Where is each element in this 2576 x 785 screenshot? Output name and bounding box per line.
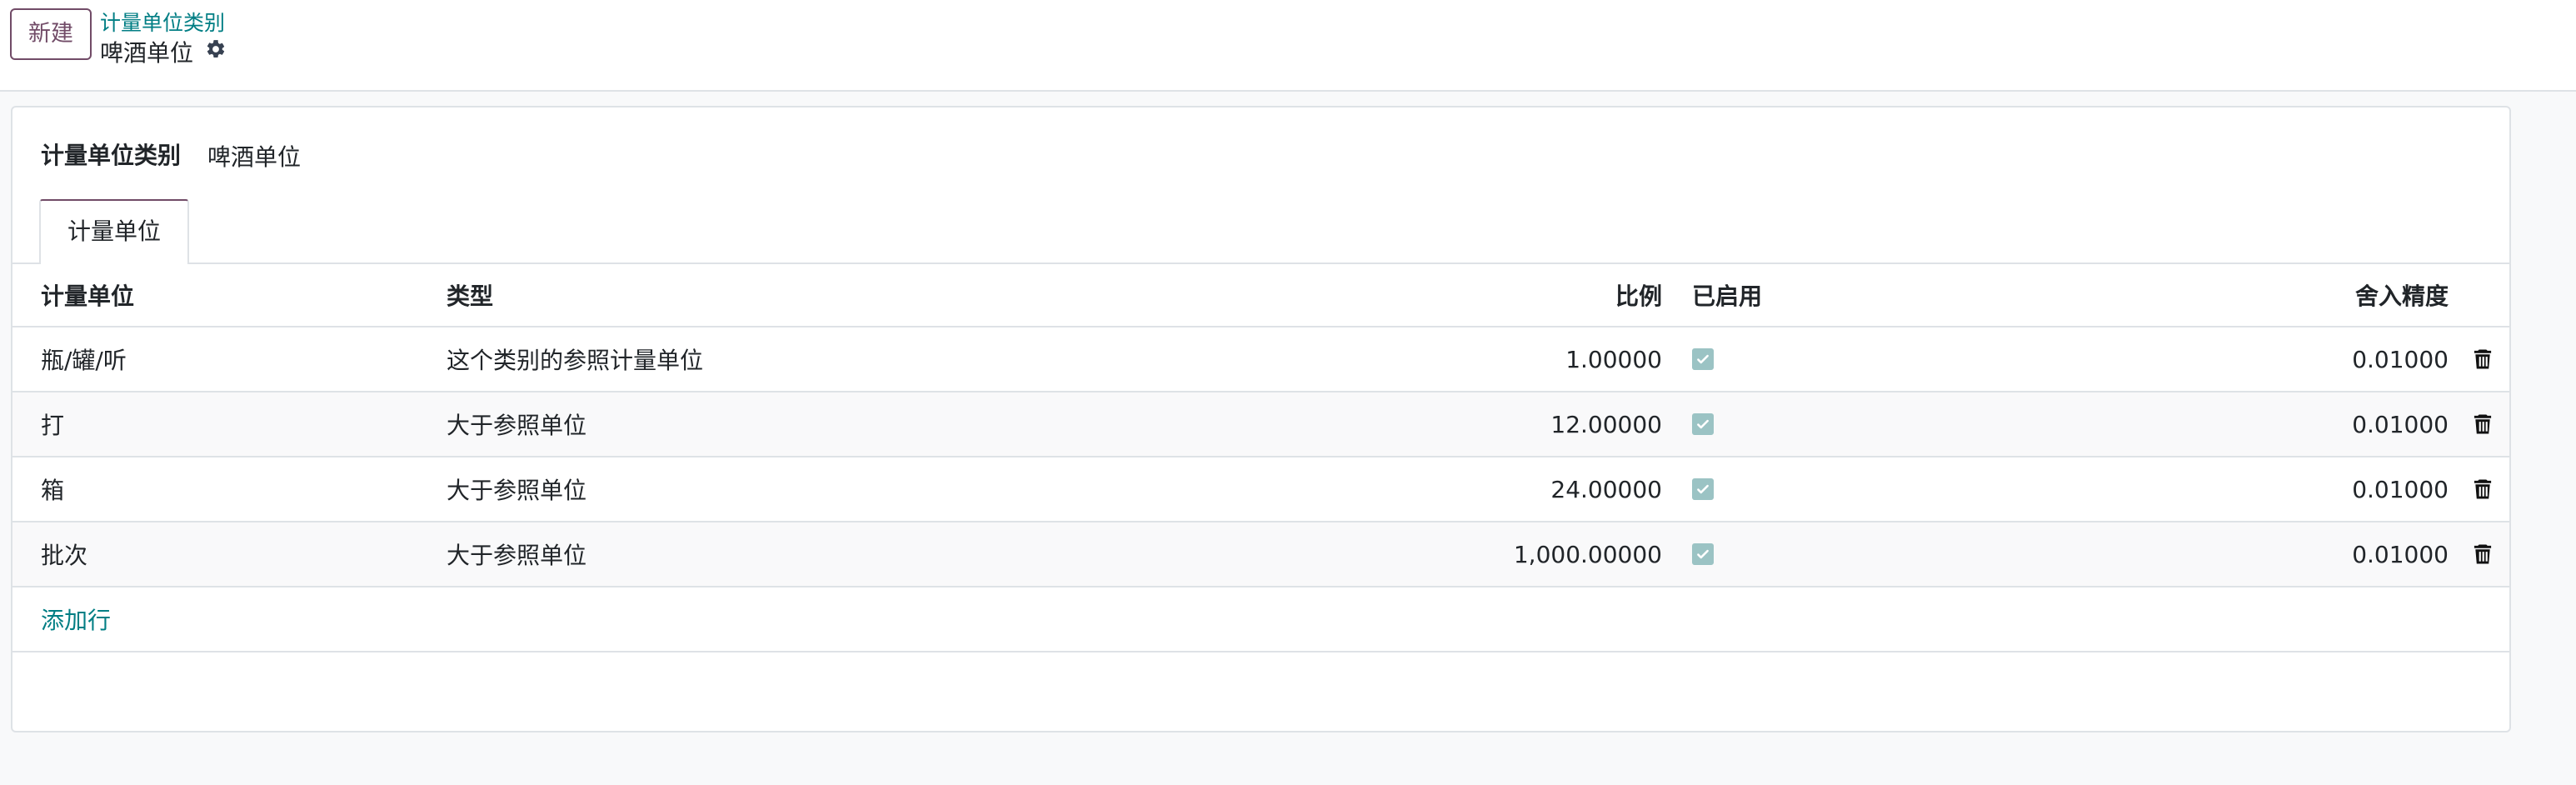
table-row[interactable]: 打 大于参照单位 12.00000 0.01000 [12, 392, 2509, 458]
category-field[interactable]: 啤酒单位 [207, 139, 301, 172]
new-button[interactable]: 新建 [10, 8, 92, 60]
tab-uoms[interactable]: 计量单位 [39, 199, 189, 264]
header-type[interactable]: 类型 [447, 264, 493, 326]
trash-icon[interactable] [2473, 543, 2493, 565]
header-rounding[interactable]: 舍入精度 [2355, 264, 2449, 326]
uom-table: 计量单位 类型 比例 已启用 舍入精度 瓶/罐/听 这个类别的参照计量单位 1.… [12, 264, 2509, 652]
uom-cell[interactable]: 批次 [41, 522, 87, 586]
ratio-cell[interactable]: 12.00000 [1550, 392, 1662, 456]
form-sheet: 计量单位类别 啤酒单位 计量单位 计量单位 类型 比例 已启用 舍入精度 瓶/罐… [11, 106, 2511, 732]
control-panel: 新建 计量单位类别 啤酒单位 [0, 0, 2576, 92]
delete-cell [2470, 522, 2495, 586]
table-row[interactable]: 瓶/罐/听 这个类别的参照计量单位 1.00000 0.01000 [12, 328, 2509, 392]
type-cell[interactable]: 大于参照单位 [447, 392, 587, 456]
trash-icon[interactable] [2473, 478, 2493, 500]
uom-cell[interactable]: 箱 [41, 458, 64, 521]
delete-cell [2470, 458, 2495, 521]
active-cell [1692, 458, 1714, 521]
ratio-cell[interactable]: 1.00000 [1565, 328, 1662, 391]
uom-cell[interactable]: 瓶/罐/听 [41, 328, 127, 391]
add-line-link[interactable]: 添加行 [41, 588, 111, 651]
ratio-cell[interactable]: 1,000.00000 [1514, 522, 1662, 586]
rounding-cell[interactable]: 0.01000 [2352, 458, 2449, 521]
table-row[interactable]: 箱 大于参照单位 24.00000 0.01000 [12, 458, 2509, 522]
gear-icon[interactable] [205, 38, 227, 60]
breadcrumb-uom-category[interactable]: 计量单位类别 [100, 7, 225, 37]
rounding-cell[interactable]: 0.01000 [2352, 522, 2449, 586]
table-header: 计量单位 类型 比例 已启用 舍入精度 [12, 264, 2509, 328]
record-title: 啤酒单位 [100, 39, 194, 67]
trash-icon[interactable] [2473, 413, 2493, 435]
add-line-row: 添加行 [12, 588, 2509, 652]
checkbox-checked-icon[interactable] [1692, 543, 1714, 565]
header-ratio[interactable]: 比例 [1615, 264, 1662, 326]
type-cell[interactable]: 大于参照单位 [447, 522, 587, 586]
category-label: 计量单位类别 [41, 142, 182, 169]
checkbox-checked-icon[interactable] [1692, 348, 1714, 370]
trash-icon[interactable] [2473, 348, 2493, 370]
active-cell [1692, 328, 1714, 391]
checkbox-checked-icon[interactable] [1692, 478, 1714, 500]
rounding-cell[interactable]: 0.01000 [2352, 392, 2449, 456]
uom-cell[interactable]: 打 [41, 392, 64, 456]
type-cell[interactable]: 大于参照单位 [447, 458, 587, 521]
type-cell[interactable]: 这个类别的参照计量单位 [447, 328, 703, 391]
active-cell [1692, 392, 1714, 456]
rounding-cell[interactable]: 0.01000 [2352, 328, 2449, 391]
header-active[interactable]: 已启用 [1692, 264, 1762, 326]
table-row[interactable]: 批次 大于参照单位 1,000.00000 0.01000 [12, 522, 2509, 588]
header-uom[interactable]: 计量单位 [41, 264, 134, 326]
delete-cell [2470, 328, 2495, 391]
checkbox-checked-icon[interactable] [1692, 413, 1714, 435]
ratio-cell[interactable]: 24.00000 [1550, 458, 1662, 521]
active-cell [1692, 522, 1714, 586]
delete-cell [2470, 392, 2495, 456]
